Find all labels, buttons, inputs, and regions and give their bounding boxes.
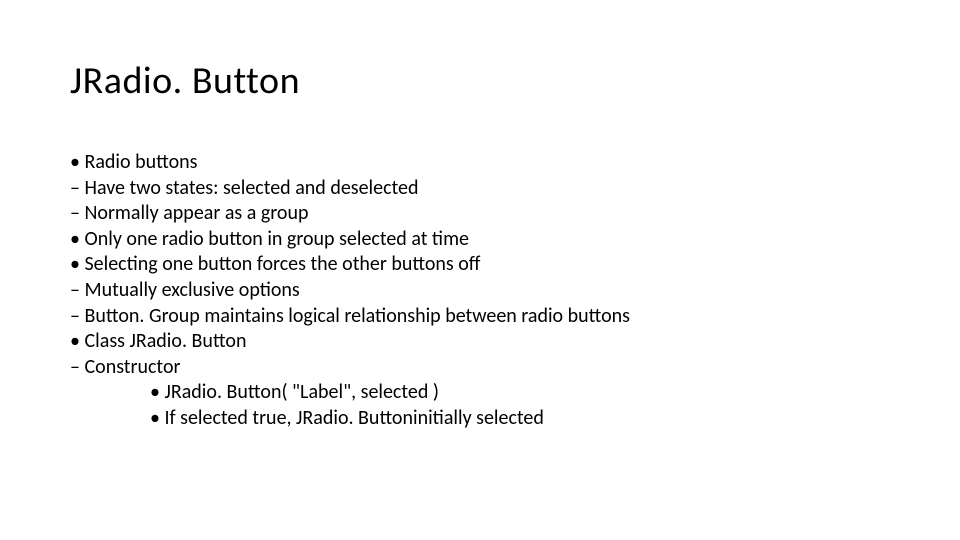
body-line: • Only one radio button in group selecte… <box>70 227 890 253</box>
body-line: – Mutually exclusive options <box>70 278 890 304</box>
body-line: • Selecting one button forces the other … <box>70 252 890 278</box>
body-line: – Have two states: selected and deselect… <box>70 176 890 202</box>
body-line: – Constructor <box>70 355 890 381</box>
slide: JRadio. Button • Radio buttons – Have tw… <box>0 0 960 540</box>
slide-body: • Radio buttons – Have two states: selec… <box>70 150 890 432</box>
body-line: • Radio buttons <box>70 150 890 176</box>
body-line: • JRadio. Button( "Label", selected ) <box>70 380 890 406</box>
body-line: • If selected true, JRadio. Buttoninitia… <box>70 406 890 432</box>
slide-title: JRadio. Button <box>70 58 890 104</box>
body-line: – Button. Group maintains logical relati… <box>70 304 890 330</box>
body-line: • Class JRadio. Button <box>70 329 890 355</box>
body-line: – Normally appear as a group <box>70 201 890 227</box>
